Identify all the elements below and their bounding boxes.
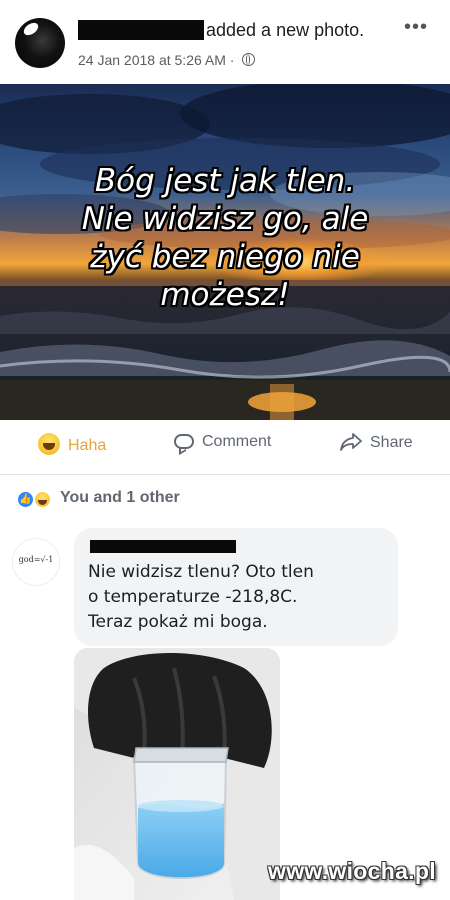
post-photo[interactable]: Bóg jest jak tlen. Nie widzisz go, ale ż…: [0, 84, 450, 420]
globe-icon: [242, 53, 256, 66]
reaction-summary-text[interactable]: You and 1 other: [60, 489, 180, 507]
reactions-summary[interactable]: 👍 You and 1 other: [0, 475, 450, 523]
comment-button[interactable]: Comment: [174, 433, 271, 451]
quote-line-1: Bóg jest jak tlen.: [94, 163, 356, 199]
post-header: added a new photo. 24 Jan 2018 at 5:26 A…: [0, 0, 450, 84]
liquid-oxygen-flask-image: [74, 648, 280, 900]
post-timestamp-row: 24 Jan 2018 at 5:26 AM ·: [78, 52, 256, 68]
quote-line-3: żyć bez niego nie: [90, 239, 360, 275]
quote-line-4: możesz!: [160, 277, 290, 313]
comment-line-3: Teraz pokaż mi boga.: [88, 612, 268, 632]
haha-icon: [33, 490, 52, 509]
comment-line-2: o temperaturze -218,8C.: [88, 587, 298, 607]
timestamp-separator: ·: [229, 52, 235, 68]
commenter-avatar[interactable]: god=√-1: [12, 538, 60, 586]
share-label: Share: [370, 434, 413, 451]
comment-photo[interactable]: [74, 648, 280, 900]
redacted-poster-name: [78, 20, 204, 40]
post-action-text: added a new photo.: [206, 20, 365, 40]
redacted-commenter-name: [90, 540, 236, 553]
share-icon: [340, 433, 362, 451]
poster-avatar[interactable]: [15, 18, 65, 68]
share-button[interactable]: Share: [340, 433, 413, 452]
comment-line-1: Nie widzisz tlenu? Oto tlen: [88, 562, 314, 582]
comment-text: Nie widzisz tlenu? Oto tlen o temperatur…: [88, 560, 388, 635]
haha-icon: [38, 433, 60, 455]
like-icon: 👍: [16, 490, 35, 509]
comment-label: Comment: [202, 433, 272, 450]
more-options-icon[interactable]: •••: [404, 16, 428, 39]
haha-reaction-button[interactable]: Haha: [38, 433, 106, 455]
comment-icon: [174, 434, 194, 449]
comment-bubble: Nie widzisz tlenu? Oto tlen o temperatur…: [74, 528, 398, 646]
site-watermark: www.wiocha.pl: [268, 858, 436, 884]
post-action-bar: Haha Comment Share: [0, 420, 450, 475]
haha-label: Haha: [68, 437, 107, 454]
quote-line-2: Nie widzisz go, ale: [81, 201, 369, 237]
post-timestamp[interactable]: 24 Jan 2018 at 5:26 AM: [78, 52, 226, 68]
image-quote-text: Bóg jest jak tlen. Nie widzisz go, ale ż…: [30, 162, 420, 314]
avatar-text: god=√-1: [18, 555, 54, 564]
